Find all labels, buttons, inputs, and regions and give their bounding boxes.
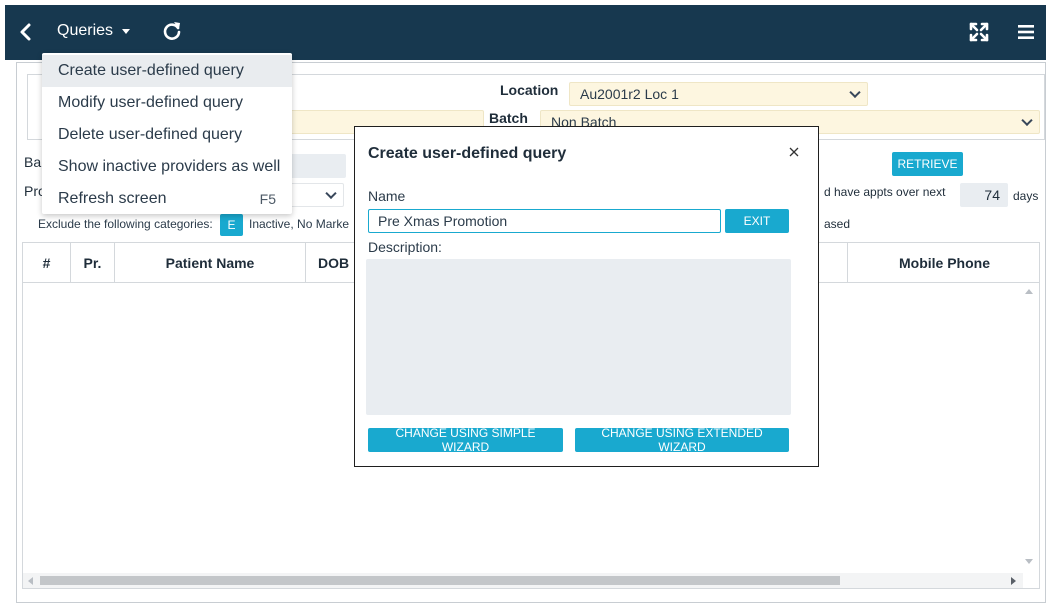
description-textarea[interactable] [366, 259, 791, 415]
chevron-left-icon[interactable] [15, 21, 37, 43]
scroll-right-arrow-icon[interactable] [1011, 577, 1016, 585]
create-query-dialog: Create user-defined query Name EXIT Desc… [354, 126, 819, 467]
refresh-icon[interactable] [161, 20, 183, 42]
column-header-provider[interactable]: Pr. [71, 243, 115, 283]
menu-item-label: Delete user-defined query [58, 126, 243, 143]
extended-wizard-button[interactable]: CHANGE USING EXTENDED WIZARD [575, 426, 789, 454]
chevron-down-icon [325, 187, 337, 200]
menu-item-create-query[interactable]: Create user-defined query [42, 55, 292, 87]
retrieve-button[interactable]: RETRIEVE [892, 152, 963, 176]
queries-menu-label: Queries [57, 22, 114, 39]
horizontal-scrollbar[interactable] [23, 573, 1023, 588]
days-input[interactable]: 74 [960, 183, 1008, 207]
menu-item-label: Show inactive providers as well [58, 158, 281, 175]
ba-label: Ba [24, 154, 42, 170]
name-label: Name [368, 188, 406, 204]
hamburger-icon[interactable] [1016, 22, 1036, 42]
scroll-down-arrow-icon[interactable] [1025, 559, 1033, 564]
exclude-categories-value: Inactive, No Marke [249, 217, 350, 231]
scroll-up-arrow-icon[interactable] [1025, 289, 1033, 294]
expand-icon[interactable] [969, 22, 989, 42]
exclude-categories-label: Exclude the following categories: [38, 217, 213, 231]
description-label: Description: [368, 239, 442, 255]
batch-label: Batch [489, 110, 528, 126]
simple-wizard-button[interactable]: CHANGE USING SIMPLE WIZARD [368, 426, 563, 454]
deceased-fragment: ased [824, 217, 851, 231]
menu-item-shortcut: F5 [259, 191, 276, 207]
caret-down-icon [122, 28, 131, 34]
name-input[interactable] [368, 209, 721, 233]
column-header-dob[interactable]: DOB [306, 243, 356, 283]
location-select[interactable]: Au2001r2 Loc 1 [569, 82, 868, 106]
exit-button[interactable]: EXIT [725, 209, 789, 233]
menu-item-delete-query[interactable]: Delete user-defined query [42, 119, 292, 151]
location-value: Au2001r2 Loc 1 [580, 86, 679, 102]
scroll-left-arrow-icon[interactable] [28, 577, 33, 585]
provider-select[interactable] [284, 183, 344, 207]
queries-dropdown-menu: Create user-defined query Modify user-de… [42, 53, 292, 214]
close-icon[interactable] [787, 145, 801, 159]
days-unit-label: days [1013, 189, 1039, 203]
appts-over-next-label: d have appts over next [824, 185, 946, 199]
menu-item-modify-query[interactable]: Modify user-defined query [42, 87, 292, 119]
column-header-mobile-phone[interactable]: Mobile Phone [847, 243, 1041, 283]
chevron-down-icon [1021, 114, 1033, 127]
menu-item-refresh-screen[interactable]: Refresh screen F5 [42, 183, 292, 215]
menu-item-label: Create user-defined query [58, 62, 244, 79]
exclude-edit-button[interactable]: E [220, 214, 243, 236]
chevron-down-icon [849, 86, 861, 99]
column-header-number[interactable]: # [23, 243, 71, 283]
top-toolbar: Queries [5, 5, 1046, 60]
scrollbar-thumb[interactable] [40, 576, 840, 585]
location-label: Location [500, 82, 559, 98]
menu-item-show-inactive-providers[interactable]: Show inactive providers as well [42, 151, 292, 183]
dialog-title: Create user-defined query [368, 145, 567, 162]
menu-item-label: Refresh screen [58, 190, 167, 207]
ba-input[interactable] [284, 154, 346, 178]
queries-menu-button[interactable]: Queries [57, 22, 131, 40]
menu-item-label: Modify user-defined query [58, 94, 243, 111]
column-header-patient-name[interactable]: Patient Name [115, 243, 306, 283]
